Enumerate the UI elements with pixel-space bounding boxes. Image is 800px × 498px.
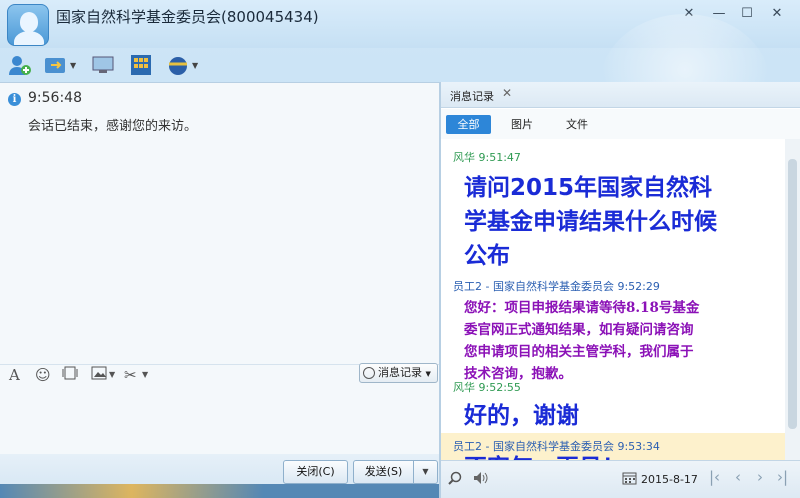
shortcut-icon[interactable]: ▼ xyxy=(166,52,198,78)
scrollbar-thumb[interactable] xyxy=(788,159,797,429)
message-text: 请问2015年国家自然科 学基金申请结果什么时候 公布 xyxy=(464,175,717,269)
message-header: 风华 9:52:55 xyxy=(453,381,521,394)
send-button[interactable]: 发送(S) xyxy=(353,460,414,484)
speaker-icon[interactable] xyxy=(473,471,489,489)
image-icon[interactable] xyxy=(91,366,107,384)
window-title: 国家自然科学基金委员会(800045434) xyxy=(56,8,319,26)
tab-label: 消息记录 xyxy=(450,90,494,103)
calendar-icon[interactable] xyxy=(622,471,637,489)
chat-area: i 9:56:48 会话已结束，感谢您的来访。 xyxy=(0,82,439,364)
font-icon[interactable]: A xyxy=(9,366,20,384)
search-icon[interactable] xyxy=(448,471,462,489)
history-date[interactable]: 2015-8-17 xyxy=(641,473,698,486)
toolbar: ▼ ▼ xyxy=(0,48,800,82)
transfer-file-icon[interactable]: ▼ xyxy=(44,52,76,78)
history-message-list: 风华 9:51:47 请问2015年国家自然科 学基金申请结果什么时候 公布 员… xyxy=(441,139,785,460)
scissors-icon[interactable]: ✂ xyxy=(124,366,137,384)
next-page-icon[interactable]: › xyxy=(757,468,763,486)
info-icon: i xyxy=(8,93,21,106)
filter-images[interactable]: 图片 xyxy=(502,115,542,134)
taskbar-strip xyxy=(0,484,439,498)
message-header: 风华 9:51:47 xyxy=(453,151,521,164)
message-text: 不客气，再见！ xyxy=(464,451,764,460)
frame-icon[interactable] xyxy=(62,366,78,384)
last-page-icon[interactable]: ›| xyxy=(777,468,788,486)
first-page-icon[interactable]: |‹ xyxy=(709,468,720,486)
history-panel: 消息记录 ✕ 全部 图片 文件 风华 9:51:47 请问2015年国家自然科 … xyxy=(441,82,800,498)
app-grid-icon[interactable] xyxy=(130,52,152,78)
chevron-down-icon[interactable]: ▼ xyxy=(109,366,115,384)
maximize-icon[interactable]: ☐ xyxy=(734,4,760,24)
clock-icon xyxy=(363,367,375,379)
filter-all[interactable]: 全部 xyxy=(446,115,491,134)
message-input[interactable] xyxy=(0,384,439,454)
close-button[interactable]: 关闭(C) xyxy=(283,460,348,484)
close-icon[interactable]: ✕ xyxy=(502,86,512,100)
send-options-icon[interactable]: ▼ xyxy=(414,460,438,484)
message-text: 您好：项目申报结果请等待8.18号基金 委官网正式通知结果，如有疑问请咨询 您申… xyxy=(464,300,700,382)
history-bottom-bar: 2015-8-17 |‹ ‹ › ›| xyxy=(441,460,800,498)
filter-files[interactable]: 文件 xyxy=(557,115,597,134)
tab-message-history[interactable]: 消息记录 ✕ xyxy=(441,82,800,108)
system-time: 9:56:48 xyxy=(28,90,82,106)
history-filters: 全部 图片 文件 xyxy=(441,109,800,139)
message-history-button[interactable]: 消息记录 ▼ xyxy=(359,363,438,383)
history-scrollbar[interactable] xyxy=(785,139,800,460)
message-header: 员工2 - 国家自然科学基金委员会 9:52:29 xyxy=(453,280,660,293)
emoji-icon[interactable]: ☺ xyxy=(35,366,51,384)
chevron-down-icon[interactable]: ▼ xyxy=(142,366,148,384)
history-button-label: 消息记录 xyxy=(378,366,422,379)
close-icon[interactable]: ✕ xyxy=(764,4,790,24)
contact-avatar[interactable] xyxy=(7,4,49,46)
prev-page-icon[interactable]: ‹ xyxy=(735,468,741,486)
add-contact-icon[interactable] xyxy=(8,52,32,78)
remote-desktop-icon[interactable] xyxy=(92,52,118,78)
message-text: 好的，谢谢 xyxy=(464,403,579,429)
system-message: 会话已结束，感谢您的来访。 xyxy=(28,119,198,134)
